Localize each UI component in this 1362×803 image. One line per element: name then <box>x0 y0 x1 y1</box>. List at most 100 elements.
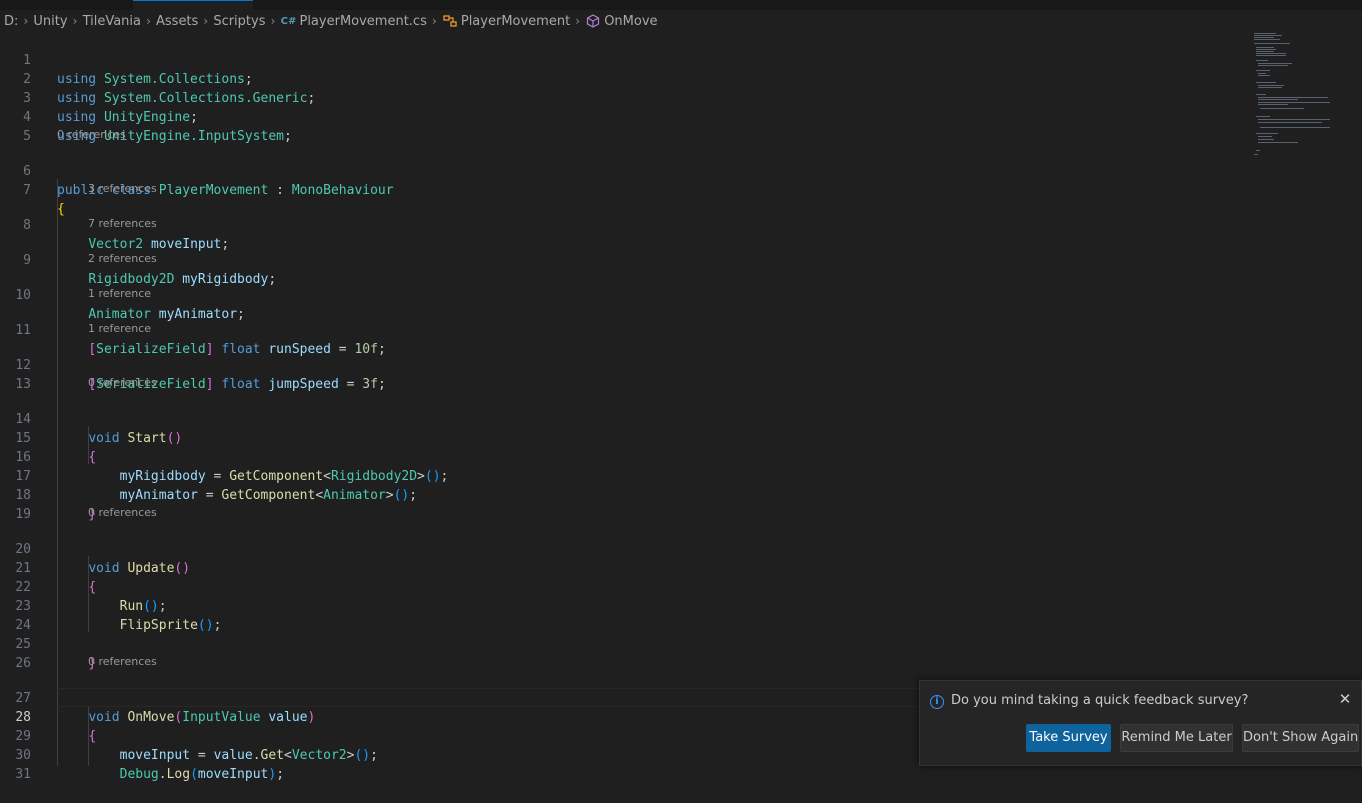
breadcrumb-method-label: OnMove <box>604 13 658 29</box>
minimap-line <box>1254 33 1276 34</box>
breadcrumb-item-assets[interactable]: Assets <box>156 14 198 29</box>
take-survey-button[interactable]: Take Survey <box>1026 724 1111 752</box>
codelens-references[interactable]: 0 references <box>88 654 157 670</box>
class-icon <box>442 13 458 29</box>
code-line: 24 <box>0 597 1240 633</box>
code-line: 25 } <box>0 616 1240 671</box>
dont-show-again-button[interactable]: Don't Show Again <box>1242 724 1359 752</box>
code-line: 11 [SerializeField] float runSpeed = 10f… <box>0 302 1240 357</box>
active-editor-tab[interactable] <box>133 0 253 10</box>
breadcrumb-item-scriptys[interactable]: Scriptys <box>213 14 265 29</box>
code-line: 6 public class PlayerMovement : MonoBeha… <box>0 143 1240 198</box>
code-line: 22 Run(); <box>0 559 1240 614</box>
minimap-line <box>1258 75 1270 76</box>
code-line: 7 { <box>0 162 1240 217</box>
minimap-line <box>1256 55 1286 56</box>
codelens-references[interactable]: 0 references <box>57 127 126 143</box>
code-editor[interactable]: 1 using System.Collections; 2 using Syst… <box>0 32 1362 782</box>
code-line: 8 Vector2 moveInput; <box>0 197 1240 252</box>
code-line: 12 [SerializeField] float jumpSpeed = 3f… <box>0 337 1240 392</box>
minimap-line <box>1256 60 1268 61</box>
minimap-line <box>1254 43 1290 44</box>
minimap-line <box>1254 35 1282 36</box>
code-line: 2 using System.Collections.Generic; <box>0 51 1240 106</box>
chevron-right-icon: › <box>146 14 151 28</box>
codelens-references[interactable]: 7 references <box>88 216 157 232</box>
minimap-line <box>1258 139 1274 140</box>
code-line: 1 using System.Collections; <box>0 32 1240 87</box>
code-line: 15 { <box>0 410 1240 465</box>
chevron-right-icon: › <box>72 14 78 28</box>
code-line: 4 using UnityEngine.InputSystem; <box>0 89 1240 144</box>
minimap-line <box>1258 85 1284 86</box>
chevron-right-icon: › <box>203 14 209 28</box>
notification-message: Do you mind taking a quick feedback surv… <box>951 693 1249 708</box>
breadcrumb-method[interactable]: OnMove <box>585 13 658 29</box>
code-line: 18 } <box>0 467 1240 522</box>
codelens-references[interactable]: 3 references <box>88 181 157 197</box>
code-line: 5 <box>0 108 1240 144</box>
minimap-line <box>1258 119 1330 120</box>
minimap-line <box>1256 116 1270 117</box>
minimap-line <box>1256 51 1274 52</box>
code-line: 16 myRigidbody = GetComponent<Rigidbody2… <box>0 429 1240 484</box>
code-line: 21 { <box>0 540 1240 595</box>
remind-me-later-button[interactable]: Remind Me Later <box>1120 724 1233 752</box>
method-cube-icon <box>585 13 601 29</box>
minimap-line <box>1258 104 1288 105</box>
code-line: 10 Animator myAnimator; <box>0 267 1240 322</box>
codelens-references[interactable]: 0 references <box>88 505 157 521</box>
code-line: 19 <box>0 486 1240 522</box>
minimap-line <box>1254 154 1258 155</box>
minimap-line <box>1258 87 1282 88</box>
minimap-line <box>1256 47 1274 48</box>
csharp-file-icon: C# <box>280 15 297 27</box>
info-icon: i <box>930 695 944 709</box>
minimap-line <box>1258 73 1266 74</box>
codelens-references[interactable]: 0 references <box>88 375 157 391</box>
code-line: 3 using UnityEngine; <box>0 70 1240 125</box>
breadcrumb-item-tilevania[interactable]: TileVania <box>83 14 141 29</box>
code-line: 9 Rigidbody2D myRigidbody; <box>0 232 1240 287</box>
code-line: 13 <box>0 356 1240 392</box>
close-icon[interactable]: ✕ <box>1337 691 1353 707</box>
minimap-line <box>1258 63 1292 64</box>
chevron-right-icon: › <box>270 14 276 28</box>
minimap-line <box>1256 53 1286 54</box>
code-line: 14 void Start() <box>0 391 1240 446</box>
breadcrumb-class-label: PlayerMovement <box>460 13 571 29</box>
minimap-line <box>1258 99 1298 100</box>
minimap-line <box>1256 94 1266 95</box>
code-line: 17 myAnimator = GetComponent<Animator>()… <box>0 448 1240 503</box>
minimap-line <box>1258 142 1298 143</box>
codelens-references[interactable]: 1 reference <box>88 286 151 302</box>
minimap-line <box>1256 49 1276 50</box>
code-line: 23 FlipSprite(); <box>0 578 1240 633</box>
codelens-references[interactable]: 2 references <box>88 251 157 267</box>
chevron-right-icon: › <box>23 14 29 28</box>
chevron-right-icon: › <box>431 14 437 28</box>
breadcrumb-file[interactable]: C# PlayerMovement.cs <box>280 13 427 29</box>
minimap-line <box>1258 97 1328 98</box>
minimap-line <box>1256 70 1270 71</box>
codelens-references[interactable]: 1 reference <box>88 321 151 337</box>
minimap-line <box>1256 133 1278 134</box>
breadcrumb-class[interactable]: PlayerMovement <box>442 13 570 29</box>
tab-strip <box>0 0 1362 10</box>
minimap-line <box>1258 65 1288 66</box>
minimap-line <box>1256 82 1276 83</box>
survey-notification: i Do you mind taking a quick feedback su… <box>919 680 1362 766</box>
minimap-line <box>1260 127 1330 128</box>
minimap-line <box>1258 122 1322 123</box>
minimap-line <box>1258 102 1330 103</box>
minimap-line <box>1256 150 1260 151</box>
line-number: 31 <box>15 767 31 782</box>
code-line: 26 <box>0 635 1240 671</box>
breadcrumb-drive[interactable]: D: <box>4 14 18 29</box>
breadcrumb-item-unity[interactable]: Unity <box>33 14 67 29</box>
minimap[interactable] <box>1254 32 1346 162</box>
minimap-line <box>1260 108 1304 109</box>
breadcrumb-file-label: PlayerMovement.cs <box>299 13 427 29</box>
code-line: 20 void Update() <box>0 521 1240 576</box>
minimap-line <box>1254 39 1280 40</box>
